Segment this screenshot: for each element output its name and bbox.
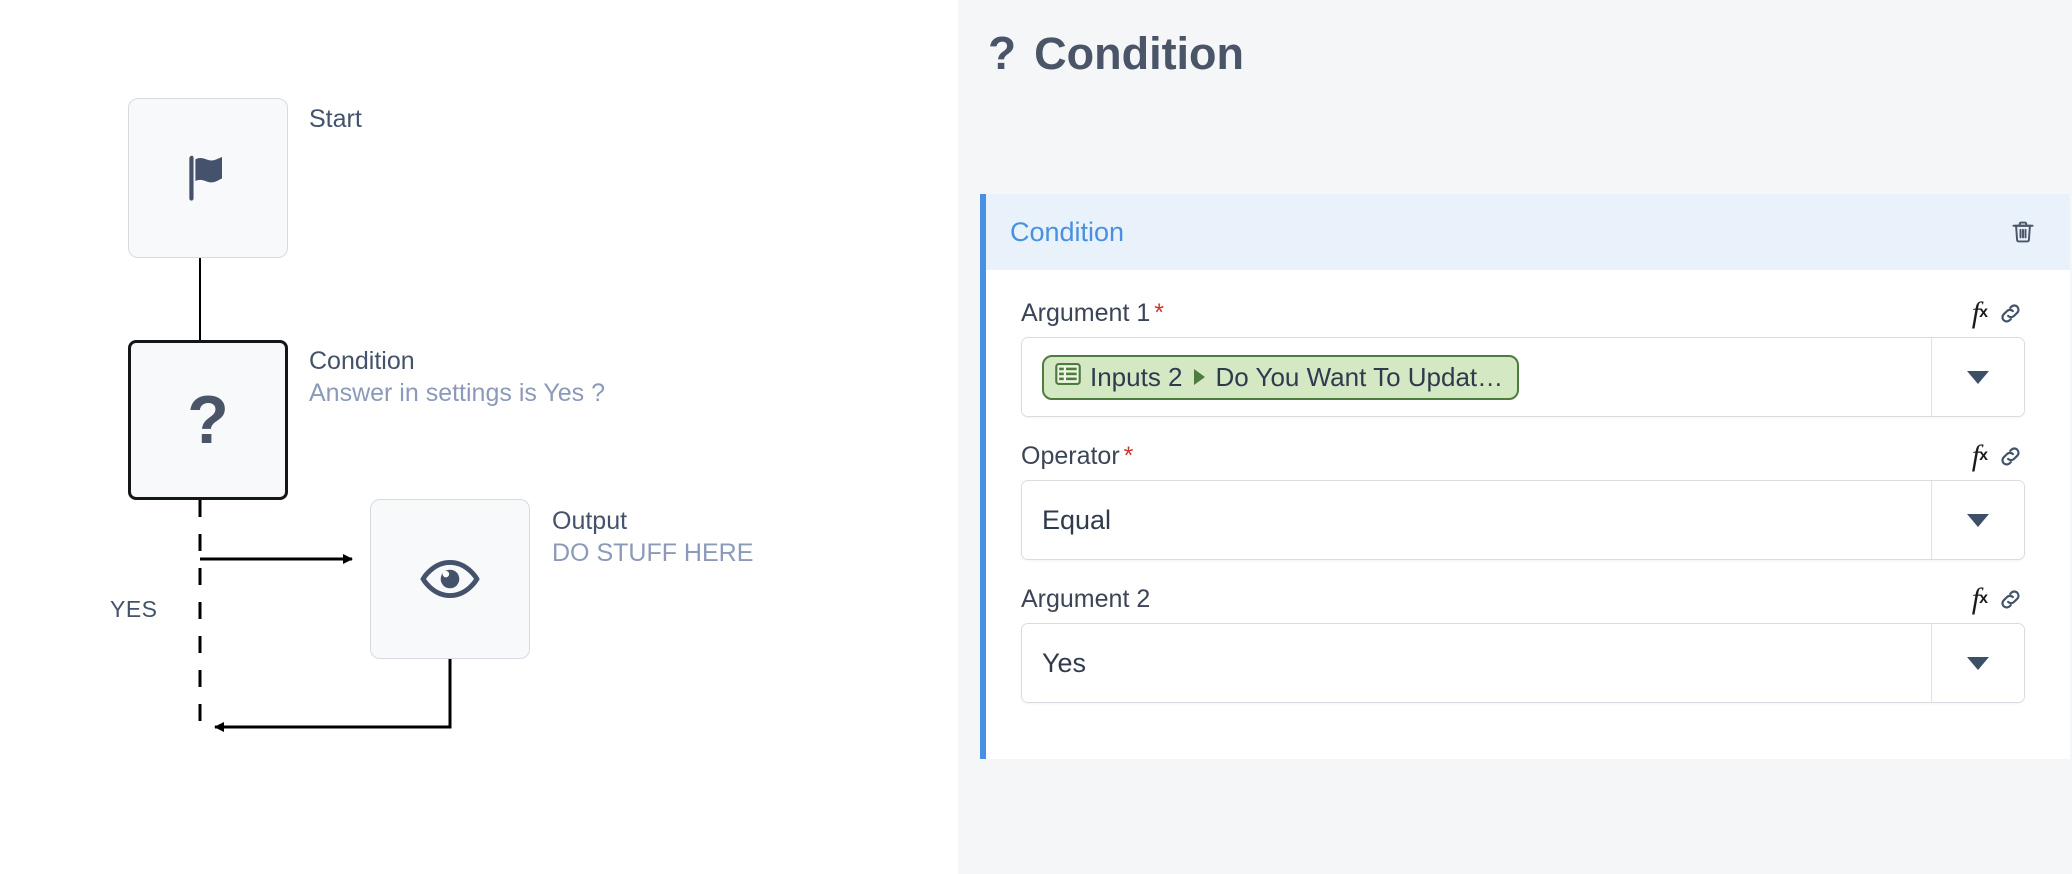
- token-separator-icon: [1193, 369, 1205, 385]
- field-label-wrap: Argument 1 *: [1021, 299, 1164, 328]
- flow-canvas[interactable]: Start ? Condition Answer in settings is …: [0, 0, 958, 874]
- token-source: Inputs 2: [1090, 361, 1183, 392]
- field-label: Operator: [1021, 441, 1120, 470]
- flow-node-start[interactable]: [128, 98, 288, 258]
- flag-icon: [180, 150, 236, 206]
- token-name: Do You Want To Updat…: [1215, 361, 1504, 392]
- field-tools: fx: [1972, 441, 2023, 471]
- app-root: Start ? Condition Answer in settings is …: [0, 0, 2072, 874]
- field-header: Argument 2 fx: [1021, 582, 2025, 616]
- condition-card-title: Condition: [1010, 216, 1125, 247]
- field-operator: Operator * fx Equal: [1021, 439, 2025, 560]
- field-label-wrap: Operator *: [1021, 442, 1133, 471]
- fx-icon[interactable]: fx: [1972, 584, 1988, 614]
- required-marker: *: [1123, 441, 1134, 470]
- argument-2-dropdown-toggle[interactable]: [1932, 624, 2024, 702]
- field-header: Argument 1 * fx: [1021, 296, 2025, 330]
- chevron-down-icon: [1967, 370, 1989, 384]
- required-marker: *: [1154, 298, 1164, 327]
- condition-card-body: Argument 1 * fx Inputs 2 Do You Want To …: [986, 270, 2070, 759]
- operator-control[interactable]: Equal: [1021, 480, 2025, 560]
- link-icon[interactable]: [1998, 587, 2023, 612]
- operator-dropdown-toggle[interactable]: [1932, 481, 2024, 559]
- link-icon[interactable]: [1998, 301, 2023, 326]
- argument-2-value[interactable]: Yes: [1022, 624, 1932, 702]
- chevron-down-icon: [1967, 513, 1989, 527]
- node-subtitle: Answer in settings is Yes ?: [309, 379, 605, 407]
- question-mark-icon: ?: [988, 27, 1017, 79]
- operator-value[interactable]: Equal: [1022, 481, 1932, 559]
- fx-icon[interactable]: fx: [1972, 441, 1988, 471]
- eye-icon: [419, 548, 481, 610]
- value-token[interactable]: Inputs 2 Do You Want To Updat…: [1042, 354, 1520, 400]
- node-subtitle: DO STUFF HERE: [552, 539, 754, 567]
- node-title: Start: [309, 105, 362, 133]
- question-mark-icon: ?: [187, 382, 229, 458]
- fx-icon[interactable]: fx: [1972, 298, 1988, 328]
- edge-label-yes: YES: [110, 596, 158, 622]
- page-title: Condition: [1034, 28, 1245, 79]
- condition-card: Condition Argument 1 * f x Inputs 2 Do Y…: [980, 194, 2070, 759]
- field-argument-1: Argument 1 * fx Inputs 2 Do You Want To …: [1021, 296, 2025, 417]
- field-argument-2: Argument 2 fx Yes: [1021, 582, 2025, 703]
- field-header: Operator * fx: [1021, 439, 2025, 473]
- argument-1-input[interactable]: Inputs 2 Do You Want To Updat…: [1022, 338, 1932, 416]
- flow-node-condition[interactable]: ?: [128, 340, 288, 500]
- panel-header: ? Condition: [958, 0, 2072, 76]
- condition-card-header: Condition: [986, 194, 2070, 270]
- flow-node-output[interactable]: [370, 499, 530, 659]
- field-label: Argument 1: [1021, 298, 1151, 327]
- argument-2-control[interactable]: Yes: [1021, 623, 2025, 703]
- properties-panel: ? Condition Condition Argument 1 * f x I…: [958, 0, 2072, 874]
- flow-node-output-label: Output DO STUFF HERE: [552, 505, 753, 569]
- node-title: Output: [552, 507, 628, 535]
- argument-1-dropdown-toggle[interactable]: [1932, 338, 2024, 416]
- chevron-down-icon: [1967, 656, 1989, 670]
- list-table-icon: [1055, 362, 1081, 393]
- field-tools: fx: [1972, 584, 2023, 614]
- field-label: Argument 2: [1021, 584, 1151, 613]
- trash-icon[interactable]: [2006, 215, 2040, 249]
- link-icon[interactable]: [1998, 444, 2023, 469]
- node-title: Condition: [309, 347, 415, 375]
- argument-1-control[interactable]: Inputs 2 Do You Want To Updat…: [1021, 337, 2025, 417]
- field-tools: fx: [1972, 298, 2023, 328]
- field-label-wrap: Argument 2: [1021, 585, 1154, 614]
- flow-node-start-label: Start: [309, 103, 362, 135]
- flow-node-condition-label: Condition Answer in settings is Yes ?: [309, 345, 605, 409]
